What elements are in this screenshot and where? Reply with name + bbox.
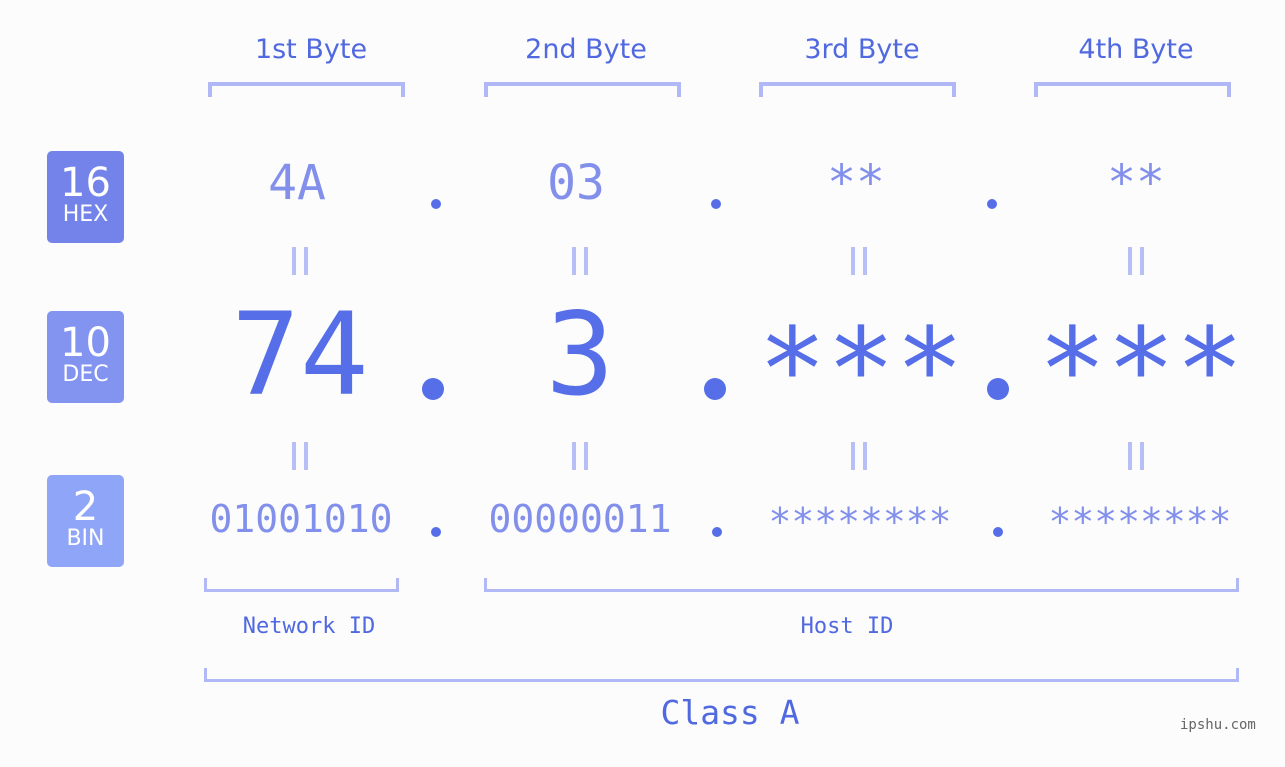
class-bracket — [204, 668, 1239, 682]
equals-icon — [851, 247, 867, 275]
hex-separator-dot — [711, 199, 721, 209]
bin-byte-2: 00000011 — [488, 497, 672, 541]
bin-byte-1: 01001010 — [209, 497, 393, 541]
dec-byte-4: *** — [1038, 303, 1244, 436]
equals-icon — [292, 247, 308, 275]
hex-byte-1: 4A — [268, 155, 326, 211]
equals-icon — [572, 247, 588, 275]
dec-separator-dot — [704, 378, 726, 400]
byte-bracket-2 — [484, 82, 681, 97]
dec-badge: 10 DEC — [47, 311, 124, 403]
byte-title-4: 4th Byte — [1078, 34, 1194, 65]
byte-title-3: 3rd Byte — [804, 34, 920, 65]
host-id-label: Host ID — [800, 614, 894, 639]
hex-badge-label: HEX — [62, 202, 109, 227]
host-id-bracket — [484, 578, 1239, 592]
bin-badge: 2 BIN — [47, 475, 124, 567]
dec-byte-3: *** — [758, 303, 964, 436]
bin-separator-dot — [993, 527, 1003, 537]
equals-icon — [1128, 247, 1144, 275]
dec-separator-dot — [987, 378, 1009, 400]
byte-title-1: 1st Byte — [254, 34, 368, 65]
byte-title-2: 2nd Byte — [525, 34, 647, 65]
hex-byte-3: ** — [827, 155, 885, 211]
equals-icon — [1128, 442, 1144, 470]
bin-badge-label: BIN — [66, 526, 105, 551]
bin-separator-dot — [712, 527, 722, 537]
hex-separator-dot — [431, 199, 441, 209]
dec-badge-number: 10 — [60, 320, 111, 366]
bin-byte-4: ******** — [1048, 500, 1232, 544]
dec-separator-dot — [422, 378, 444, 400]
byte-bracket-1 — [208, 82, 405, 97]
dec-byte-1: 74 — [231, 288, 369, 421]
hex-badge-number: 16 — [60, 160, 111, 206]
network-id-label: Network ID — [242, 614, 376, 639]
hex-byte-2: 03 — [547, 155, 605, 211]
dec-byte-2: 3 — [545, 288, 615, 421]
hex-badge: 16 HEX — [47, 151, 124, 243]
hex-byte-4: ** — [1107, 155, 1165, 211]
watermark: ipshu.com — [1180, 717, 1256, 733]
dec-badge-label: DEC — [62, 362, 109, 387]
network-id-bracket — [204, 578, 399, 592]
bin-byte-3: ******** — [768, 500, 952, 544]
class-label: Class A — [660, 693, 800, 732]
hex-separator-dot — [987, 199, 997, 209]
equals-icon — [572, 442, 588, 470]
bin-badge-number: 2 — [72, 484, 99, 530]
byte-bracket-4 — [1034, 82, 1231, 97]
byte-bracket-3 — [759, 82, 956, 97]
equals-icon — [292, 442, 308, 470]
bin-separator-dot — [431, 527, 441, 537]
equals-icon — [851, 442, 867, 470]
